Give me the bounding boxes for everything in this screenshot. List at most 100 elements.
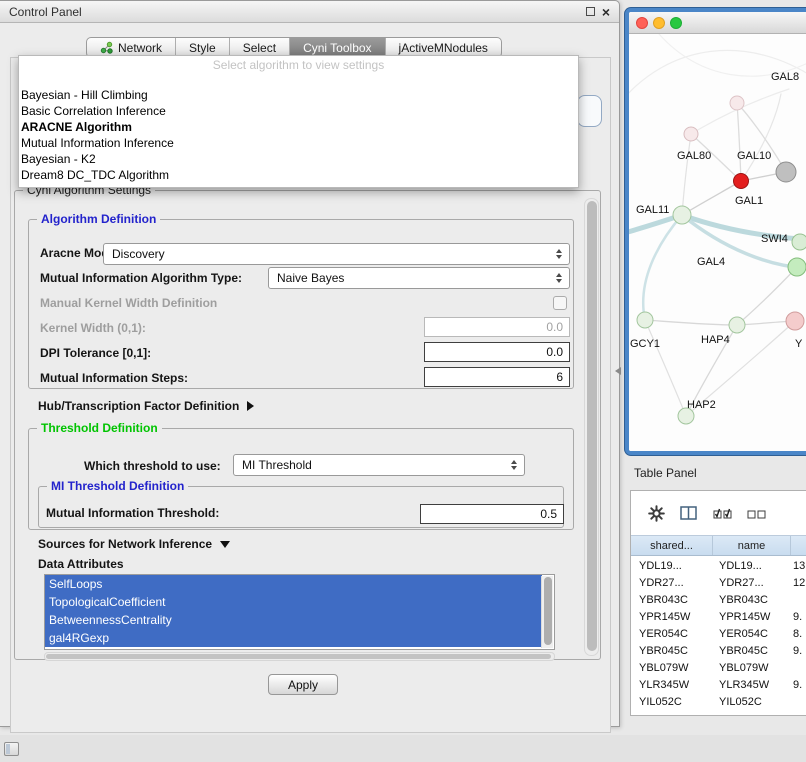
control-panel-titlebar[interactable]: Control Panel × (0, 1, 619, 23)
table-cell: YER054C (631, 628, 713, 640)
table-cell: 9. (791, 611, 806, 623)
table-cell: YDL19... (631, 560, 713, 572)
network-edge (691, 89, 789, 134)
mi-steps-field[interactable]: 6 (424, 367, 570, 387)
network-node-gal10[interactable] (776, 162, 796, 182)
kernel-width-label: Kernel Width (0,1): (40, 321, 146, 335)
expanded-arrow-icon (220, 541, 230, 548)
which-threshold-label: Which threshold to use: (84, 459, 221, 473)
deselect-all-icon[interactable] (747, 506, 766, 521)
kernel-width-field[interactable]: 0.0 (424, 317, 570, 337)
status-strip (0, 735, 806, 762)
gear-icon[interactable] (648, 505, 665, 522)
zoom-traffic-light[interactable] (670, 17, 682, 29)
network-view-window[interactable]: GAL8GAL80GAL10GAL11GAL1SWI4GAL4GCY1HAP4Y… (625, 8, 806, 455)
algorithm-option-dream8-dc-tdc-algorithm[interactable]: Dream8 DC_TDC Algorithm (19, 167, 578, 183)
panel-toggle-icon[interactable] (4, 742, 19, 756)
column-header-extra[interactable] (791, 536, 806, 555)
node-label-gal4: GAL4 (697, 256, 725, 268)
network-edge (682, 181, 741, 215)
network-edge (645, 320, 737, 325)
network-edge (659, 34, 806, 76)
dpi-tolerance-label: DPI Tolerance [0,1]: (40, 346, 151, 360)
table-row[interactable]: YLR345WYLR345W9. (631, 676, 806, 693)
attribute-item-gal4rgexp[interactable]: gal4RGexp (45, 629, 542, 647)
data-attributes-list[interactable]: SelfLoopsTopologicalCoefficientBetweenne… (44, 574, 555, 650)
network-node-gal11[interactable] (673, 206, 691, 224)
table-cell: 9. (791, 645, 806, 657)
table-panel-title: Table Panel (634, 466, 697, 480)
mi-steps-label: Mutual Information Steps: (40, 371, 188, 385)
table-row[interactable]: YER054CYER054C8. (631, 625, 806, 642)
table-row[interactable]: YDR27...YDR27...12 (631, 574, 806, 591)
network-node-gal1[interactable] (734, 174, 749, 189)
network-node-gcy1[interactable] (637, 312, 653, 328)
algorithm-option-aracne-algorithm[interactable]: ARACNE Algorithm (19, 119, 578, 135)
network-node-node-1[interactable] (684, 127, 698, 141)
close-traffic-light[interactable] (636, 17, 648, 29)
apply-button[interactable]: Apply (268, 674, 338, 695)
table-cell: YDR27... (713, 577, 791, 589)
network-node-node-6[interactable] (788, 258, 806, 276)
columns-icon[interactable] (680, 505, 698, 521)
aracne-mode-select[interactable]: Discovery (103, 243, 570, 265)
settings-scrollbar-thumb[interactable] (587, 201, 597, 651)
which-threshold-select[interactable]: MI Threshold (233, 454, 525, 476)
table-header-row: shared... name (631, 535, 806, 556)
algorithm-option-list: Bayesian - Hill ClimbingBasic Correlatio… (19, 87, 578, 183)
manual-kernel-checkbox[interactable] (553, 296, 567, 310)
attribute-item-selfloops[interactable]: SelfLoops (45, 575, 542, 593)
sources-toggle[interactable]: Sources for Network Inference (38, 537, 230, 551)
column-header-shared[interactable]: shared... (631, 536, 713, 555)
mi-threshold-definition-title: MI Threshold Definition (47, 479, 188, 494)
table-cell: YBR043C (713, 594, 791, 606)
algorithm-option-basic-correlation-inference[interactable]: Basic Correlation Inference (19, 103, 578, 119)
table-panel-window: shared... name YDL19...YDL19...13YDR27..… (630, 490, 806, 716)
hub-definition-toggle[interactable]: Hub/Transcription Factor Definition (38, 399, 254, 413)
table-row[interactable]: YBR045CYBR045C9. (631, 642, 806, 659)
attributes-scrollbar-thumb[interactable] (544, 577, 552, 645)
mi-algorithm-type-label: Mutual Information Algorithm Type: (40, 271, 242, 285)
hub-definition-label: Hub/Transcription Factor Definition (38, 399, 239, 413)
table-cell: YIL052C (713, 696, 791, 708)
which-threshold-value: MI Threshold (242, 458, 312, 472)
attribute-item-topologicalcoefficient[interactable]: TopologicalCoefficient (45, 593, 542, 611)
select-all-icon[interactable] (713, 506, 732, 521)
splitter-collapse-icon[interactable] (615, 367, 621, 375)
network-window-titlebar[interactable] (629, 12, 806, 34)
network-node-swi4[interactable] (792, 234, 806, 250)
network-canvas[interactable]: GAL8GAL80GAL10GAL11GAL1SWI4GAL4GCY1HAP4Y… (629, 34, 806, 451)
node-label-gal1: GAL1 (735, 195, 763, 207)
table-cell: 9. (791, 679, 806, 691)
network-edge (645, 320, 686, 416)
column-header-name[interactable]: name (713, 536, 791, 555)
mi-threshold-field[interactable]: 0.5 (420, 504, 564, 524)
node-label-y: Y (795, 338, 803, 350)
attributes-hscrollbar-thumb[interactable] (46, 654, 551, 659)
minimize-traffic-light[interactable] (653, 17, 665, 29)
tab-label: jActiveMNodules (399, 41, 488, 55)
network-node-node-8[interactable] (786, 312, 804, 330)
mi-algorithm-type-select[interactable]: Naive Bayes (268, 267, 570, 289)
network-node-hap4[interactable] (729, 317, 745, 333)
table-row[interactable]: YBR043CYBR043C (631, 591, 806, 608)
table-cell: YDR27... (631, 577, 713, 589)
table-row[interactable]: YPR145WYPR145W9. (631, 608, 806, 625)
attribute-item-betweennesscentrality[interactable]: BetweennessCentrality (45, 611, 542, 629)
table-row[interactable]: YDL19...YDL19...13 (631, 557, 806, 574)
collapsed-arrow-icon (247, 401, 254, 411)
aracne-mode-value: Discovery (112, 247, 165, 261)
algorithm-option-bayesian-k2[interactable]: Bayesian - K2 (19, 151, 578, 167)
table-row[interactable]: YBL079WYBL079W (631, 659, 806, 676)
float-window-icon[interactable] (586, 7, 595, 16)
network-node-node-2[interactable] (730, 96, 744, 110)
table-row[interactable]: YIL052CYIL052C (631, 693, 806, 710)
algorithm-option-mutual-information-inference[interactable]: Mutual Information Inference (19, 135, 578, 151)
table-cell: YBL079W (713, 662, 791, 674)
node-label-hap2: HAP2 (687, 399, 716, 411)
algorithm-option-bayesian-hill-climbing[interactable]: Bayesian - Hill Climbing (19, 87, 578, 103)
dpi-tolerance-field[interactable]: 0.0 (424, 342, 570, 362)
table-cell: YER054C (713, 628, 791, 640)
close-icon[interactable]: × (602, 7, 610, 17)
settings-scrollbar-track (584, 198, 599, 656)
